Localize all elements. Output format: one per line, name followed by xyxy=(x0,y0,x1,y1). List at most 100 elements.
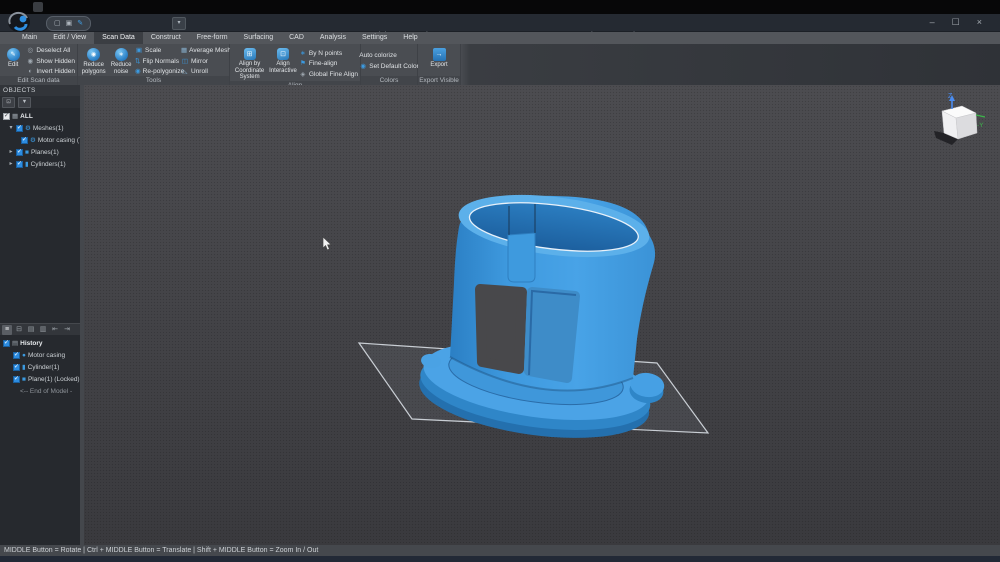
re-polygonize-label: Re-polygonize xyxy=(143,68,185,75)
ribbon-groups: ✎ Edit ◎ Deselect All ◉ Show Hidden ◐ In… xyxy=(0,44,1000,85)
expand-all-icon[interactable]: ▤ xyxy=(26,325,36,335)
export-label: Export xyxy=(430,62,447,69)
app-logo-icon[interactable] xyxy=(7,11,31,33)
expand-icon[interactable]: ▸ xyxy=(8,149,14,155)
group-colors: Auto colorize ◉ Set Default Color Colors xyxy=(361,44,418,85)
invert-hidden-button[interactable]: ◐ Invert Hidden xyxy=(26,67,75,76)
history-checkbox[interactable] xyxy=(3,340,10,347)
show-hidden-button[interactable]: ◉ Show Hidden xyxy=(26,57,75,66)
meshes-checkbox[interactable] xyxy=(16,125,23,132)
unroll-button[interactable]: ◺ Unroll xyxy=(181,67,227,76)
maximize-button[interactable]: ☐ xyxy=(952,17,960,27)
edit-pencil-icon[interactable]: ✎ xyxy=(77,20,83,27)
align-interactive-label: Align Interactive xyxy=(269,61,297,74)
tab-main[interactable]: Main xyxy=(14,32,45,44)
mesh-icon: ⚙ xyxy=(25,125,31,132)
average-mesh-button[interactable]: ▦ Average Mesh xyxy=(181,46,227,55)
group-label-edit-scan-data: Edit Scan data xyxy=(0,76,77,85)
deselect-all-button[interactable]: ◎ Deselect All xyxy=(26,46,75,55)
tab-analysis[interactable]: Analysis xyxy=(312,32,354,44)
tab-settings[interactable]: Settings xyxy=(354,32,395,44)
collapse-all-icon[interactable]: ▥ xyxy=(38,325,48,335)
reduce-noise-label: Reduce noise xyxy=(109,62,133,75)
close-button[interactable]: × xyxy=(977,17,982,27)
scale-label: Scale xyxy=(145,47,161,54)
history-cylinder-checkbox[interactable] xyxy=(13,364,20,371)
scale-button[interactable]: ▣ Scale xyxy=(135,46,179,55)
set-default-color-icon: ◉ xyxy=(359,63,367,70)
go-first-icon[interactable]: ⇤ xyxy=(50,325,60,335)
all-checkbox[interactable] xyxy=(3,113,10,120)
status-bar: MIDDLE Button = Rotate | Ctrl + MIDDLE B… xyxy=(0,545,1000,556)
menu-tab-bar: Main Edit / View Scan Data Construct Fre… xyxy=(0,32,1000,44)
tree-item-motor-casing[interactable]: ⚙ Motor casing (T xyxy=(0,134,80,146)
tree-item-all[interactable]: ▦ ALL xyxy=(0,110,80,122)
unroll-icon: ◺ xyxy=(181,68,189,75)
planes-checkbox[interactable] xyxy=(16,149,23,156)
motor-casing-checkbox[interactable] xyxy=(21,137,28,144)
tab-cad[interactable]: CAD xyxy=(281,32,312,44)
open-icon[interactable]: ▢ xyxy=(54,20,61,27)
planes-label: Planes(1) xyxy=(31,149,59,156)
tree-item-cylinders[interactable]: ▸ ▮ Cylinders(1) xyxy=(0,158,80,170)
tab-help[interactable]: Help xyxy=(395,32,425,44)
export-button[interactable]: → Export xyxy=(425,46,453,76)
auto-colorize-button[interactable]: Auto colorize xyxy=(359,51,419,60)
history-item-motor-casing[interactable]: ● Motor casing xyxy=(0,349,80,361)
filter-icon[interactable]: ▼ xyxy=(18,97,31,108)
tree-item-meshes[interactable]: ▾ ⚙ Meshes(1) xyxy=(0,122,80,134)
align-interactive-button[interactable]: ⊡ Align Interactive xyxy=(269,46,297,81)
fine-align-icon: ⚑ xyxy=(299,60,307,67)
collapse-icon[interactable]: ▾ xyxy=(8,125,14,131)
re-polygonize-button[interactable]: ◉ Re-polygonize xyxy=(135,67,179,76)
tree-item-history-root[interactable]: ▤ History xyxy=(0,337,80,349)
by-n-points-button[interactable]: ∗ By N points xyxy=(299,49,358,58)
group-tools: ◉ Reduce polygons ∗ Reduce noise ▣ Scale… xyxy=(78,44,230,85)
mirror-label: Mirror xyxy=(191,58,208,65)
cylinders-checkbox[interactable] xyxy=(16,161,23,168)
history-motor-casing-checkbox[interactable] xyxy=(13,352,20,359)
tab-construct[interactable]: Construct xyxy=(143,32,189,44)
window-inner-wall xyxy=(529,292,575,378)
global-fine-align-icon: ◈ xyxy=(299,71,307,78)
history-plane-checkbox[interactable] xyxy=(13,376,20,383)
history-item-plane[interactable]: ■ Plane(1) (Locked) xyxy=(0,373,80,385)
save-icon[interactable]: ▣ xyxy=(66,20,73,27)
tree-view-icon[interactable]: ⊟ xyxy=(14,325,24,335)
view-cube[interactable]: Z -Y xyxy=(930,89,990,147)
reduce-noise-icon: ∗ xyxy=(115,48,128,61)
mirror-icon: ◫ xyxy=(181,58,189,65)
minimize-button[interactable]: – xyxy=(930,17,935,27)
group-edit-scan-data-content: ✎ Edit ◎ Deselect All ◉ Show Hidden ◐ In… xyxy=(0,44,77,76)
tab-edit-view[interactable]: Edit / View xyxy=(45,32,94,44)
mesh-icon: ⚙ xyxy=(30,137,36,144)
reduce-polygons-button[interactable]: ◉ Reduce polygons xyxy=(80,46,107,76)
expand-icon[interactable]: ▸ xyxy=(8,161,14,167)
viewport-3d[interactable]: Z -Y xyxy=(84,85,1000,545)
flip-normals-button[interactable]: ⇅ Flip Normals xyxy=(135,57,179,66)
history-item-cylinder[interactable]: ▮ Cylinder(1) xyxy=(0,361,80,373)
flip-normals-icon: ⇅ xyxy=(135,58,141,65)
set-default-color-button[interactable]: ◉ Set Default Color xyxy=(359,62,419,71)
list-view-icon[interactable]: ≡ xyxy=(2,325,12,335)
go-last-icon[interactable]: ⇥ xyxy=(62,325,72,335)
cylinders-label: Cylinders(1) xyxy=(31,161,66,168)
visibility-icon[interactable]: ⊡ xyxy=(2,97,15,108)
reduce-noise-button[interactable]: ∗ Reduce noise xyxy=(109,46,133,76)
history-tree: ▤ History ● Motor casing ▮ Cylinder(1) ■… xyxy=(0,337,80,397)
tab-surfacing[interactable]: Surfacing xyxy=(236,32,282,44)
edit-button[interactable]: ✎ Edit xyxy=(2,46,24,76)
top-strip xyxy=(0,0,1000,14)
objects-panel-header: OBJECTS xyxy=(0,85,80,96)
qat-more-button[interactable]: ▾ xyxy=(172,17,186,30)
tree-item-planes[interactable]: ▸ ■ Planes(1) xyxy=(0,146,80,158)
fine-align-button[interactable]: ⚑ Fine-align xyxy=(299,59,358,68)
tab-scan-data[interactable]: Scan Data xyxy=(94,32,143,44)
history-end-marker: <-- End of Model - xyxy=(0,385,80,397)
mirror-button[interactable]: ◫ Mirror xyxy=(181,57,227,66)
align-by-coordinate-system-button[interactable]: ⊞ Align by Coordinate System xyxy=(232,46,267,81)
group-label-export-visible: Export Visible xyxy=(418,76,460,85)
tab-free-form[interactable]: Free-form xyxy=(189,32,236,44)
unroll-label: Unroll xyxy=(191,68,208,75)
global-fine-align-button[interactable]: ◈ Global Fine Align xyxy=(299,70,358,79)
